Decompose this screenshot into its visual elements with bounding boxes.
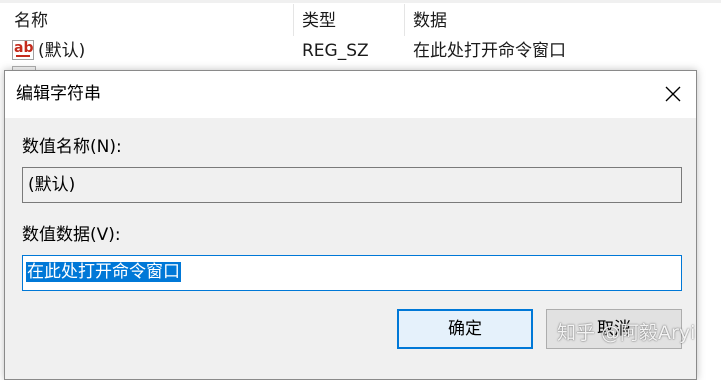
registry-value-row[interactable]: ab (默认) REG_SZ 在此处打开命令窗口 <box>0 37 721 65</box>
string-value-icon-text: ab <box>14 40 34 56</box>
value-data-cell: 在此处打开命令窗口 <box>413 41 566 61</box>
column-header-name[interactable]: 名称 <box>14 4 48 38</box>
registry-value-list: 名称 类型 数据 ab (默认) REG_SZ 在此处打开命令窗口 <box>0 0 721 73</box>
close-icon <box>665 86 681 102</box>
close-button[interactable] <box>650 71 696 118</box>
edit-string-dialog: 编辑字符串 数值名称(N): (默认) 数值数据(V): 在此处打开命令窗口 确… <box>4 70 697 380</box>
value-name-cell: (默认) <box>38 41 86 61</box>
value-type-cell: REG_SZ <box>302 41 369 61</box>
column-header-data[interactable]: 数据 <box>413 4 447 38</box>
value-data-label: 数值数据(V): <box>22 225 121 245</box>
dialog-title: 编辑字符串 <box>16 84 101 104</box>
value-name-field: (默认) <box>22 167 682 203</box>
column-header-type[interactable]: 类型 <box>302 4 336 38</box>
column-divider[interactable] <box>404 4 405 36</box>
value-name-label: 数值名称(N): <box>22 137 122 157</box>
column-divider[interactable] <box>293 4 294 36</box>
value-data-selected-text: 在此处打开命令窗口 <box>26 262 181 282</box>
ok-button[interactable]: 确定 <box>397 309 533 349</box>
list-top-border <box>0 0 721 3</box>
dialog-title-bar[interactable]: 编辑字符串 <box>5 71 696 118</box>
cancel-button[interactable]: 取消 <box>546 309 682 349</box>
string-value-icon: ab <box>12 40 34 60</box>
value-data-input[interactable]: 在此处打开命令窗口 <box>22 255 682 291</box>
